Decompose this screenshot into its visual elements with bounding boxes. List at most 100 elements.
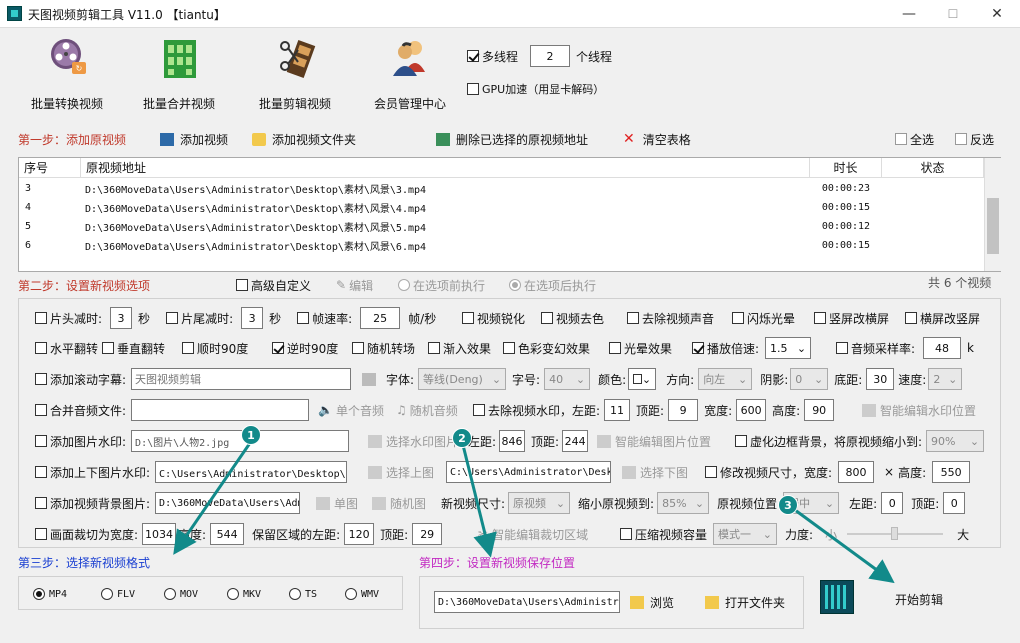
halo-checkbox[interactable] — [609, 342, 621, 354]
bottom-input[interactable]: 30 — [866, 368, 895, 390]
color-fx-checkbox[interactable] — [503, 342, 515, 354]
multithread-checkbox[interactable] — [467, 50, 479, 62]
shrink-select[interactable]: 85% ⌄ — [657, 492, 710, 514]
before-radio[interactable] — [398, 279, 410, 291]
speed-select[interactable]: 1.5 ⌄ — [765, 337, 812, 359]
table-row[interactable]: 6 D:\360MoveData\Users\Administrator\Des… — [19, 236, 984, 255]
rot-ccw-row[interactable]: 逆时90度 — [272, 337, 338, 359]
scroll-sub-checkbox[interactable] — [35, 373, 47, 385]
vflip-checkbox[interactable] — [102, 342, 114, 354]
tail-cut-checkbox[interactable] — [166, 312, 179, 324]
fps-checkbox[interactable] — [297, 312, 310, 324]
member-center-button[interactable]: 会员管理中心 — [355, 34, 465, 114]
force-slider[interactable] — [847, 526, 944, 542]
random-trans-checkbox[interactable] — [352, 342, 364, 354]
wm-width-input[interactable]: 600 — [736, 399, 767, 421]
format-mp4[interactable]: MP4 — [33, 583, 67, 605]
smart-crop-button[interactable]: ✂ 智能编辑裁切区域 — [478, 523, 588, 545]
smart-img-button[interactable]: 智能编辑图片位置 — [597, 430, 711, 452]
remove-wm-checkbox[interactable] — [473, 404, 485, 416]
sample-checkbox[interactable] — [836, 342, 848, 354]
mov-radio[interactable] — [164, 588, 176, 600]
scrollbar-thumb[interactable] — [987, 198, 999, 254]
batch-convert-button[interactable]: ↻ 批量转换视频 — [12, 34, 122, 114]
new-size-select[interactable]: 原视频 ⌄ — [508, 492, 571, 514]
keep-left-input[interactable]: 120 — [344, 523, 375, 545]
batch-edit-button[interactable]: 批量剪辑视频 — [240, 34, 350, 114]
select-bottom-image-button[interactable]: 选择下图 — [622, 461, 688, 483]
save-path-input[interactable]: D:\360MoveData\Users\Administr — [434, 591, 620, 613]
advanced-checkbox[interactable] — [236, 279, 248, 291]
after-radio-row[interactable]: 在选项后执行 — [509, 274, 596, 296]
blur-select[interactable]: 90% ⌄ — [926, 430, 985, 452]
tb-img-checkbox[interactable] — [35, 466, 47, 478]
flv-radio[interactable] — [101, 588, 113, 600]
dir-select[interactable]: 向左 ⌄ — [698, 368, 753, 390]
text-settings-icon[interactable] — [362, 372, 376, 386]
mute-row[interactable]: 去除视频声音 — [627, 307, 714, 329]
table-scrollbar[interactable] — [984, 158, 1001, 271]
img-wm-checkbox[interactable] — [35, 435, 47, 447]
mkv-radio[interactable] — [227, 588, 239, 600]
maximize-button[interactable]: ☐ — [931, 0, 975, 28]
select-top-image-button[interactable]: 选择上图 — [368, 461, 434, 483]
ts-radio[interactable] — [289, 588, 301, 600]
sample-input[interactable]: 48 — [923, 337, 962, 359]
h2v-row[interactable]: 横屏改竖屏 — [905, 307, 980, 329]
gpu-checkbox[interactable] — [467, 83, 479, 95]
thread-count-input[interactable]: 2 — [530, 45, 571, 67]
rot-cw-checkbox[interactable] — [182, 342, 194, 354]
crop-width-input[interactable]: 1034 — [142, 523, 177, 545]
blur-border-checkbox[interactable] — [735, 435, 747, 447]
hflip-checkbox[interactable] — [35, 342, 47, 354]
mp4-radio[interactable] — [33, 588, 45, 600]
color-select[interactable]: ⌄ — [628, 368, 657, 390]
random-image-button[interactable]: 随机图 — [372, 492, 426, 514]
wmv-radio[interactable] — [345, 588, 357, 600]
flash-checkbox[interactable] — [732, 312, 744, 324]
keep-top-input[interactable]: 29 — [412, 523, 443, 545]
random-audio-button[interactable]: ♫ 随机音频 — [396, 399, 458, 421]
delete-selected-button[interactable]: 删除已选择的原视频地址 — [436, 128, 588, 150]
compress-checkbox[interactable] — [620, 528, 632, 540]
add-folder-button[interactable]: 添加视频文件夹 — [252, 128, 356, 150]
bg-left-input[interactable]: 0 — [881, 492, 904, 514]
wm-top-input[interactable]: 9 — [668, 399, 699, 421]
merge-audio-checkbox[interactable] — [35, 404, 47, 416]
before-radio-row[interactable]: 在选项前执行 — [398, 274, 485, 296]
format-flv[interactable]: FLV — [101, 583, 135, 605]
h2v-checkbox[interactable] — [905, 312, 917, 324]
size-select[interactable]: 40 ⌄ — [544, 368, 591, 390]
head-cut-input[interactable]: 3 — [110, 307, 133, 329]
batch-merge-button[interactable]: 批量合并视频 — [124, 34, 234, 114]
fade-in-checkbox[interactable] — [428, 342, 440, 354]
wm-left-input[interactable]: 11 — [604, 399, 631, 421]
mute-checkbox[interactable] — [627, 312, 639, 324]
select-wm-image-button[interactable]: 选择水印图片 — [368, 430, 458, 452]
tb-bottom-path-input[interactable]: C:\Users\Administrator\Desk — [446, 461, 611, 483]
img-top-input[interactable]: 244 — [562, 430, 589, 452]
format-mov[interactable]: MOV — [164, 583, 198, 605]
invert-button[interactable]: 反选 — [955, 128, 994, 150]
table-row[interactable]: 5 D:\360MoveData\Users\Administrator\Des… — [19, 217, 984, 236]
format-ts[interactable]: TS — [289, 583, 317, 605]
resize-height-input[interactable]: 550 — [932, 461, 971, 483]
add-video-button[interactable]: 添加视频 — [160, 128, 228, 150]
rot-ccw-checkbox[interactable] — [272, 342, 284, 354]
head-cut-checkbox[interactable] — [35, 312, 47, 324]
edit-button[interactable]: ✎ 编辑 — [336, 274, 373, 296]
mode-select[interactable]: 模式一 ⌄ — [713, 523, 778, 545]
rot-cw-row[interactable]: 顺时90度 — [182, 337, 248, 359]
smart-wm-button[interactable]: 智能编辑水印位置 — [862, 399, 976, 421]
slider-thumb[interactable] — [891, 527, 899, 540]
v2h-row[interactable]: 竖屏改横屏 — [814, 307, 889, 329]
flash-row[interactable]: 闪烁光晕 — [732, 307, 795, 329]
wm-height-input[interactable]: 90 — [804, 399, 835, 421]
bg-top-input[interactable]: 0 — [943, 492, 966, 514]
bg-img-checkbox[interactable] — [35, 497, 47, 509]
single-audio-button[interactable]: 🔈 单个音频 — [318, 399, 384, 421]
resize-checkbox[interactable] — [705, 466, 717, 478]
browse-button[interactable]: 浏览 — [630, 591, 674, 613]
start-edit-button[interactable]: 开始剪辑 — [895, 588, 943, 610]
bg-path-input[interactable]: D:\360MoveData\Users\Adm — [155, 492, 301, 514]
